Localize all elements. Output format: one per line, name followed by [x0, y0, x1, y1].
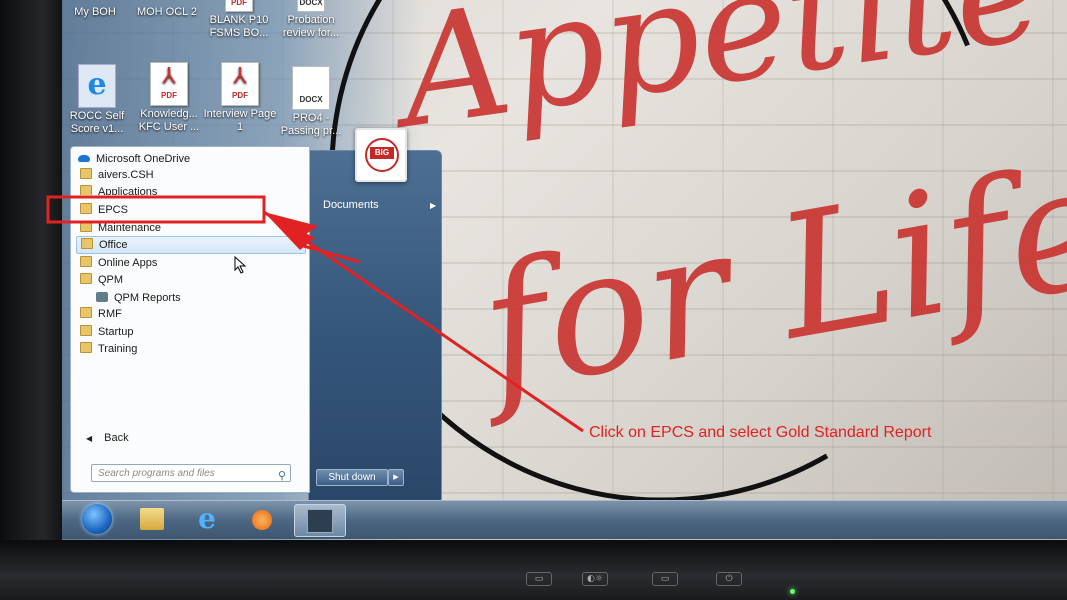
monitor-power-button[interactable]: ⏻ — [716, 572, 742, 586]
annotation-text: Click on EPCS and select Gold Standard R… — [589, 424, 932, 441]
monitor-brightness-button[interactable]: ◐☼ — [582, 572, 608, 586]
epcs-highlight-box — [46, 195, 266, 224]
annotation-arrow-line — [263, 210, 584, 433]
power-led-icon — [790, 589, 795, 594]
annotation-overlay — [46, 195, 584, 433]
monitor-menu-button[interactable]: ▭ — [526, 572, 552, 586]
monitor-bezel-bottom — [0, 540, 1067, 600]
monitor-input-button[interactable]: ▭ — [652, 572, 678, 586]
